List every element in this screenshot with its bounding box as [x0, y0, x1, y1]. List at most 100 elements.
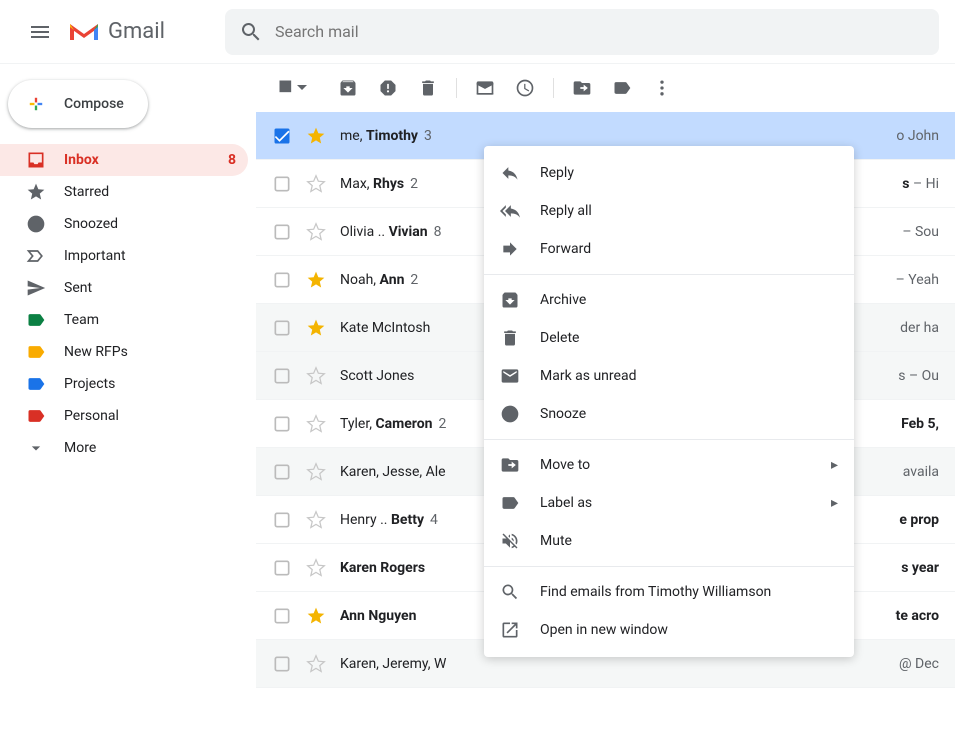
sent-icon — [26, 278, 46, 298]
chevron-right-icon: ▸ — [831, 457, 838, 473]
ctx-open-window[interactable]: Open in new window — [484, 611, 854, 649]
ctx-reply-all[interactable]: Reply all — [484, 192, 854, 230]
ctx-find-emails[interactable]: Find emails from Timothy Williamson — [484, 573, 854, 611]
sidebar-count: 8 — [228, 152, 236, 168]
compose-button[interactable]: Compose — [8, 80, 148, 128]
gmail-logo: Gmail — [68, 19, 165, 44]
mail-preview: @ Dec — [899, 656, 939, 672]
star-icon[interactable] — [306, 174, 326, 194]
ctx-move-to[interactable]: Move to▸ — [484, 446, 854, 484]
open-window-icon — [500, 620, 520, 640]
sidebar-label: Inbox — [64, 152, 99, 168]
select-dropdown-button[interactable] — [272, 68, 312, 108]
sidebar-label: Sent — [64, 280, 92, 296]
sidebar-label: Starred — [64, 184, 109, 200]
snooze-button[interactable] — [505, 68, 545, 108]
sidebar-label: Personal — [64, 408, 119, 424]
star-icon[interactable] — [306, 270, 326, 290]
mail-preview: te acro — [896, 608, 939, 624]
sidebar-item-more[interactable]: More — [0, 432, 248, 464]
label-yellow-icon — [26, 342, 46, 362]
mail-sender: Kate McIntosh — [340, 320, 430, 336]
sidebar-item-starred[interactable]: Starred — [0, 176, 248, 208]
mail-sender: Karen, Jesse, Ale — [340, 464, 446, 480]
mail-checkbox[interactable] — [272, 510, 292, 530]
mail-preview: s year — [901, 560, 939, 576]
mail-sender: Scott Jones — [340, 368, 414, 384]
labels-button[interactable] — [602, 68, 642, 108]
star-icon[interactable] — [306, 222, 326, 242]
important-icon — [26, 246, 46, 266]
ctx-archive[interactable]: Archive — [484, 281, 854, 319]
sidebar-label: New RFPs — [64, 344, 128, 360]
sidebar-label: Snoozed — [64, 216, 118, 232]
mail-preview: – Sou — [902, 224, 939, 240]
move-to-button[interactable] — [562, 68, 602, 108]
ctx-delete[interactable]: Delete — [484, 319, 854, 357]
app-name: Gmail — [108, 19, 165, 44]
mail-sender: Olivia .. Vivian8 — [340, 224, 441, 240]
reply-icon — [500, 163, 520, 183]
sidebar-item-new-rfps[interactable]: New RFPs — [0, 336, 248, 368]
delete-button[interactable] — [408, 68, 448, 108]
trash-icon — [500, 328, 520, 348]
reply-all-icon — [500, 201, 520, 221]
mute-icon — [500, 531, 520, 551]
mark-unread-button[interactable] — [465, 68, 505, 108]
ctx-reply[interactable]: Reply — [484, 154, 854, 192]
mail-checkbox[interactable] — [272, 366, 292, 386]
mail-checkbox[interactable] — [272, 318, 292, 338]
mail-sender: me, Timothy3 — [340, 128, 432, 144]
mail-checkbox[interactable] — [272, 270, 292, 290]
mail-sender: Henry .. Betty4 — [340, 512, 438, 528]
compose-label: Compose — [64, 96, 124, 112]
mail-checkbox[interactable] — [272, 414, 292, 434]
toolbar — [256, 64, 955, 112]
archive-button[interactable] — [328, 68, 368, 108]
sidebar-item-personal[interactable]: Personal — [0, 400, 248, 432]
label-icon — [500, 493, 520, 513]
sidebar-item-projects[interactable]: Projects — [0, 368, 248, 400]
ctx-label-as[interactable]: Label as▸ — [484, 484, 854, 522]
sidebar-label: Projects — [64, 376, 115, 392]
sidebar-label: More — [64, 440, 96, 456]
sidebar-label: Important — [64, 248, 126, 264]
search-icon — [500, 582, 520, 602]
search-input[interactable] — [275, 22, 925, 41]
mail-preview: s – Ou — [898, 368, 939, 384]
context-menu: Reply Reply all Forward Archive Delete M… — [484, 146, 854, 657]
sidebar-item-snoozed[interactable]: Snoozed — [0, 208, 248, 240]
more-button[interactable] — [642, 68, 682, 108]
ctx-mark-unread[interactable]: Mark as unread — [484, 357, 854, 395]
mail-preview: – Yeah — [896, 272, 939, 288]
mail-checkbox[interactable] — [272, 606, 292, 626]
sidebar-item-team[interactable]: Team — [0, 304, 248, 336]
mail-icon — [500, 366, 520, 386]
star-icon[interactable] — [306, 318, 326, 338]
mail-checkbox[interactable] — [272, 558, 292, 578]
mail-preview: der ha — [900, 320, 939, 336]
sidebar-item-important[interactable]: Important — [0, 240, 248, 272]
mail-checkbox[interactable] — [272, 462, 292, 482]
star-icon[interactable] — [306, 126, 326, 146]
sidebar-item-sent[interactable]: Sent — [0, 272, 248, 304]
star-icon[interactable] — [306, 414, 326, 434]
hamburger-menu-icon[interactable] — [16, 8, 64, 56]
ctx-forward[interactable]: Forward — [484, 230, 854, 268]
spam-button[interactable] — [368, 68, 408, 108]
sidebar-item-inbox[interactable]: Inbox 8 — [0, 144, 248, 176]
ctx-mute[interactable]: Mute — [484, 522, 854, 560]
star-icon[interactable] — [306, 462, 326, 482]
star-icon[interactable] — [306, 558, 326, 578]
mail-checkbox[interactable] — [272, 174, 292, 194]
star-icon[interactable] — [306, 654, 326, 674]
mail-checkbox[interactable] — [272, 126, 292, 146]
search-bar[interactable] — [225, 9, 939, 55]
star-icon[interactable] — [306, 606, 326, 626]
ctx-snooze[interactable]: Snooze — [484, 395, 854, 433]
star-icon[interactable] — [306, 366, 326, 386]
star-icon[interactable] — [306, 510, 326, 530]
mail-checkbox[interactable] — [272, 654, 292, 674]
mail-checkbox[interactable] — [272, 222, 292, 242]
mail-preview: Feb 5, — [901, 416, 939, 432]
